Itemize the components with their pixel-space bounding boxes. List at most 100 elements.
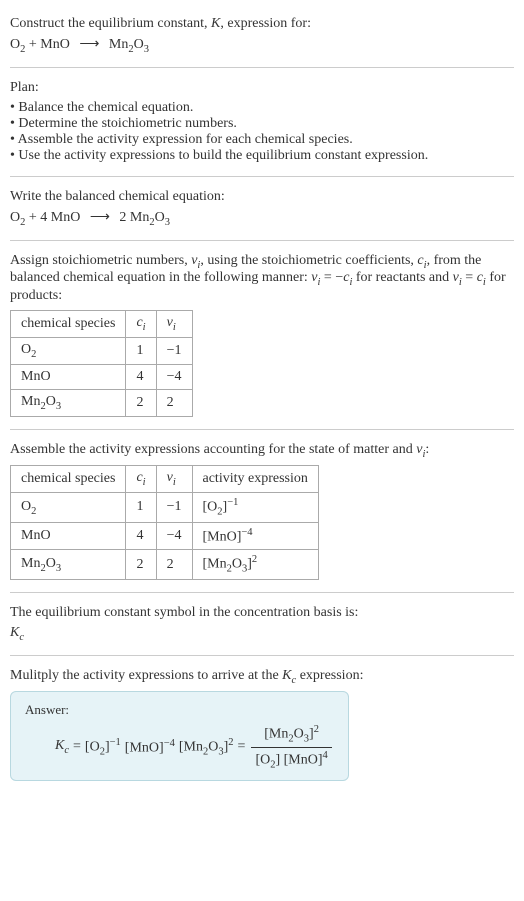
sp-sub2: 3 [56,562,61,573]
multiply-text: Mulitply the activity expressions to arr… [10,668,514,686]
ae-sup: −1 [227,497,238,508]
balanced-section: Write the balanced chemical equation: O2… [10,181,514,236]
t2sup: −4 [164,738,175,749]
divider [10,240,514,241]
plan-list: Balance the chemical equation. Determine… [10,100,514,164]
cell-v: −4 [156,522,192,550]
sp-sub: 2 [31,505,36,516]
cell-species: O2 [11,337,126,364]
fn-b: O [294,727,304,742]
multiply-a: Mulitply the activity expressions to arr… [10,668,282,683]
table-row: MnO 4 −4 [11,364,193,389]
cell-species: MnO [11,522,126,550]
t3b: O [208,740,218,755]
kc-term2: [MnO]−4 [125,738,175,757]
sp-b: O [46,394,56,409]
assemble-section: Assemble the activity expressions accoun… [10,434,514,588]
unb-plus: + MnO [25,37,73,52]
eqconst-text: The equilibrium constant symbol in the c… [10,605,514,621]
assign-f: = [462,270,477,285]
divider [10,429,514,430]
cell-c: 2 [126,550,156,579]
arrow-icon: ⟶ [73,36,105,53]
assign-text: Assign stoichiometric numbers, νi, using… [10,253,514,305]
divider [10,67,514,68]
t1sup: −1 [110,737,121,748]
bal-o: O [10,210,20,225]
cell-c: 4 [126,364,156,389]
ae-sup: −4 [241,527,252,538]
cell-species: Mn2O3 [11,550,126,579]
arrow-icon: ⟶ [84,209,116,226]
fd-a: [O [255,752,270,767]
cell-c: 1 [126,337,156,364]
assign-e: for reactants and [352,270,452,285]
assemble-text: Assemble the activity expressions accoun… [10,442,514,460]
unbalanced-equation: O2 + MnO ⟶ Mn2O3 [10,36,514,55]
multiply-k: K [282,668,291,683]
cell-c: 4 [126,522,156,550]
bal-rhs-sub2: 3 [165,217,170,228]
th-species: chemical species [11,311,126,338]
kc-eq: = [73,739,81,755]
unb-rhs-sub2: 3 [144,44,149,55]
plan-item: Determine the stoichiometric numbers. [10,116,514,132]
kc-lhs: Kc [55,738,69,756]
sp-a: Mn [21,556,40,571]
multiply-b: expression: [296,668,363,683]
th-vi: νi [156,466,192,493]
th-ci-sub: i [143,477,146,488]
th-ci-sub: i [143,322,146,333]
cell-c: 1 [126,493,156,522]
balanced-label: Write the balanced chemical equation: [10,189,514,205]
table-header-row: chemical species ci νi activity expressi… [11,466,319,493]
ae-a: [Mn [203,557,227,572]
th-ci: ci [126,466,156,493]
kc-sub2: c [64,745,69,756]
th-ci: ci [126,311,156,338]
cell-v: −1 [156,337,192,364]
ae-a: [O [203,500,218,515]
cell-species: Mn2O3 [11,389,126,416]
divider [10,592,514,593]
prompt-heading: Construct the equilibrium constant, K, e… [10,16,514,32]
cell-species: MnO [11,364,126,389]
kc-expression: Kc = [O2]−1 [MnO]−4 [Mn2O3]2 = [Mn2O3]2 … [25,724,334,770]
kc-k2: K [55,738,64,753]
ae-sup2: 2 [252,554,257,565]
unb-o: O [10,37,20,52]
th-vi-sub: i [173,477,176,488]
kc-sub: c [19,632,24,643]
cell-v: 2 [156,550,192,579]
answer-box: Answer: Kc = [O2]−1 [MnO]−4 [Mn2O3]2 = [… [10,691,349,781]
activity-table: chemical species ci νi activity expressi… [10,465,319,579]
kc-k: K [10,625,19,640]
th-vi: νi [156,311,192,338]
plan-item: Balance the chemical equation. [10,100,514,116]
sp-a: Mn [21,394,40,409]
stoich-table: chemical species ci νi O2 1 −1 MnO 4 −4 … [10,310,193,416]
multiply-section: Mulitply the activity expressions to arr… [10,660,514,790]
plan-item: Assemble the activity expression for eac… [10,132,514,148]
sp-sub: 2 [31,349,36,360]
t2a: [MnO] [125,741,164,756]
kc-term3: [Mn2O3]2 [179,737,234,757]
prompt-section: Construct the equilibrium constant, K, e… [10,8,514,63]
prompt-heading-text-a: Construct the equilibrium constant, [10,16,211,31]
divider [10,176,514,177]
sp-b: O [46,556,56,571]
table-row: MnO 4 −4 [MnO]−4 [11,522,319,550]
cell-species: O2 [11,493,126,522]
table-row: O2 1 −1 [O2]−1 [11,493,319,522]
th-species: chemical species [11,466,126,493]
cell-activity: [Mn2O3]2 [192,550,318,579]
assign-a: Assign stoichiometric numbers, [10,253,191,268]
cell-c: 2 [126,389,156,416]
k-symbol: K [211,16,220,31]
t3a: [Mn [179,740,203,755]
frac-numerator: [Mn2O3]2 [260,724,323,746]
t1a: [O [85,740,100,755]
table-row: O2 1 −1 [11,337,193,364]
fd-b: ] [MnO] [275,752,322,767]
th-activity: activity expression [192,466,318,493]
